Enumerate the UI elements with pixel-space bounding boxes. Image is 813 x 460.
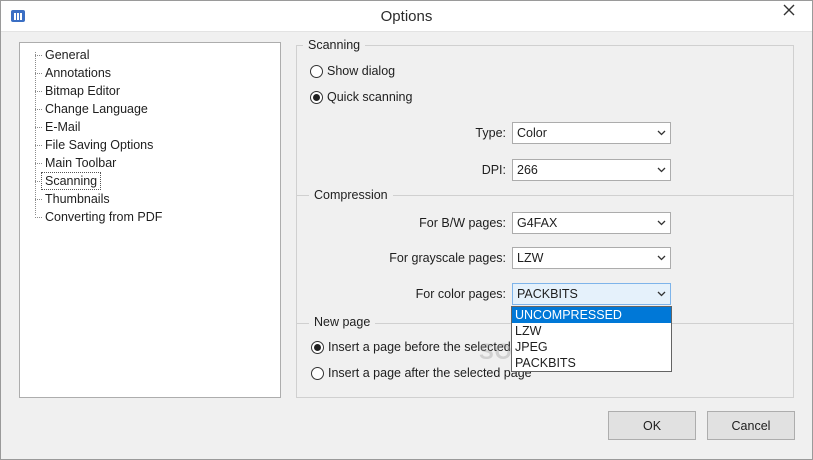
color-pages-label: For color pages: (415, 287, 506, 301)
insert-after-radio[interactable] (311, 366, 324, 380)
tree-item-label: Annotations (45, 66, 112, 80)
ok-button[interactable]: OK (608, 411, 696, 440)
tree-item-label: Scanning (40, 172, 102, 190)
tree-item-label: Thumbnails (45, 192, 110, 206)
close-button[interactable] (766, 1, 812, 22)
dropdown-option[interactable]: LZW (512, 323, 671, 339)
insert-before-radio[interactable] (311, 340, 324, 354)
insert-after-label: Insert a page after the selected page (328, 366, 532, 380)
dropdown-option[interactable]: JPEG (512, 339, 671, 355)
type-select-value: Color (517, 126, 547, 140)
type-select[interactable]: Color (512, 122, 671, 144)
color-pages-select-value: PACKBITS (517, 287, 578, 301)
insert-before-option[interactable]: Insert a page before the selected page (311, 340, 542, 354)
tree-item-annotations[interactable]: Annotations (27, 64, 114, 82)
options-tree[interactable]: General Annotations Bitmap Editor Change… (19, 42, 281, 398)
insert-before-label: Insert a page before the selected page (328, 340, 543, 354)
chevron-down-icon (653, 123, 670, 143)
tree-item-scanning[interactable]: Scanning (27, 172, 102, 190)
tree-item-label: Change Language (45, 102, 148, 116)
chevron-down-icon (653, 160, 670, 180)
cancel-button[interactable]: Cancel (707, 411, 795, 440)
quick-scanning-label: Quick scanning (327, 90, 413, 104)
tree-item-general[interactable]: General (27, 46, 92, 64)
quick-scanning-option[interactable]: Quick scanning (310, 90, 412, 104)
tree-item-change-language[interactable]: Change Language (27, 100, 151, 118)
quick-scanning-radio[interactable] (310, 90, 323, 104)
grayscale-pages-select-value: LZW (517, 251, 544, 265)
color-pages-select[interactable]: PACKBITS (512, 283, 671, 305)
window-title: Options (380, 8, 433, 25)
bw-pages-select[interactable]: G4FAX (512, 212, 671, 234)
tree-item-label: General (45, 48, 90, 62)
chevron-down-icon (653, 284, 670, 304)
show-dialog-label: Show dialog (327, 64, 396, 78)
tree-item-thumbnails[interactable]: Thumbnails (27, 190, 113, 208)
bw-pages-select-value: G4FAX (517, 216, 558, 230)
tree-item-label: File Saving Options (45, 138, 154, 152)
tree-item-label: Main Toolbar (45, 156, 117, 170)
show-dialog-option[interactable]: Show dialog (310, 64, 395, 78)
show-dialog-radio[interactable] (310, 64, 323, 78)
chevron-down-icon (653, 213, 670, 233)
tree-item-label: E-Mail (45, 120, 81, 134)
tree-item-label: Converting from PDF (45, 210, 163, 224)
scanning-group-title: Scanning (303, 38, 366, 52)
tree-item-label: Bitmap Editor (45, 84, 121, 98)
dpi-select-value: 266 (517, 163, 538, 177)
dropdown-option[interactable]: UNCOMPRESSED (512, 307, 671, 323)
options-dialog: Options General Annotations Bitmap Edito… (0, 0, 813, 460)
dpi-label: DPI: (481, 163, 506, 177)
bw-pages-label: For B/W pages: (419, 216, 506, 230)
tree-item-bitmap-editor[interactable]: Bitmap Editor (27, 82, 123, 100)
tree-item-main-toolbar[interactable]: Main Toolbar (27, 154, 119, 172)
chevron-down-icon (653, 248, 670, 268)
dpi-select[interactable]: 266 (512, 159, 671, 181)
compression-group-title: Compression (309, 188, 393, 202)
tree-item-email[interactable]: E-Mail (27, 118, 83, 136)
tree-item-converting-from-pdf[interactable]: Converting from PDF (27, 208, 165, 226)
grayscale-pages-label: For grayscale pages: (389, 251, 506, 265)
grayscale-pages-select[interactable]: LZW (512, 247, 671, 269)
title-bar: Options (1, 1, 812, 32)
insert-after-option[interactable]: Insert a page after the selected page (311, 366, 532, 380)
type-label: Type: (475, 126, 506, 140)
color-pages-dropdown[interactable]: UNCOMPRESSED LZW JPEG PACKBITS (511, 306, 672, 372)
close-icon (783, 4, 795, 19)
new-page-group-title: New page (309, 315, 376, 329)
dropdown-option[interactable]: PACKBITS (512, 355, 671, 371)
tree-item-file-saving-options[interactable]: File Saving Options (27, 136, 156, 154)
